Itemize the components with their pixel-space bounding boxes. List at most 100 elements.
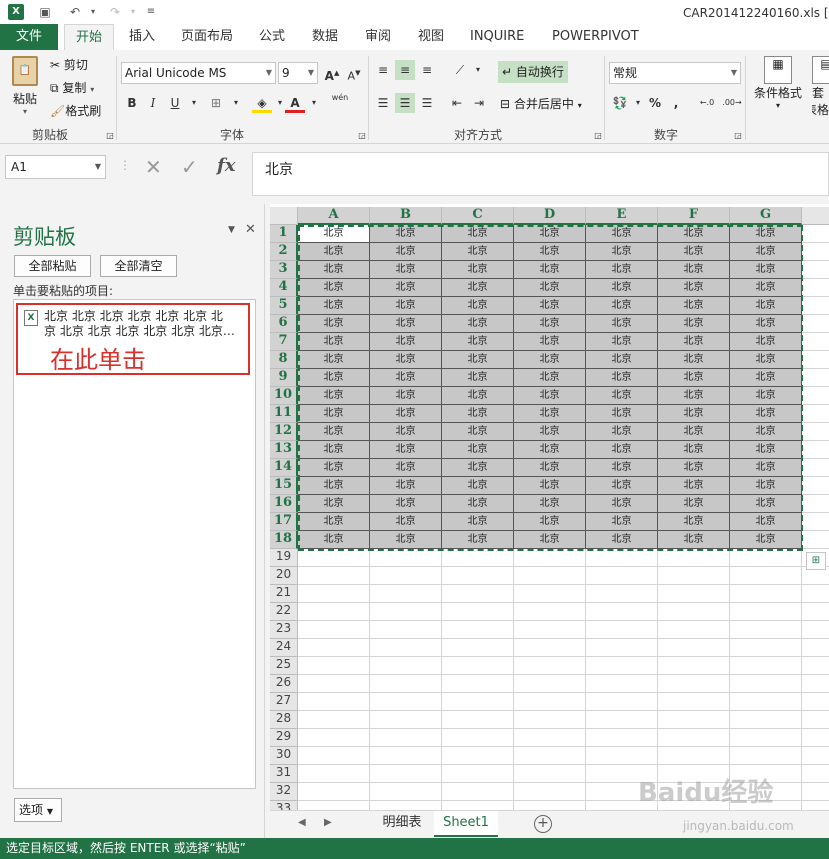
grid-cell[interactable] bbox=[802, 225, 829, 243]
font-color-icon[interactable]: A bbox=[285, 93, 305, 113]
prev-sheet-icon[interactable]: ◀ bbox=[298, 817, 306, 828]
select-all-corner[interactable] bbox=[270, 207, 298, 225]
grid-cell[interactable] bbox=[514, 585, 586, 603]
row-header[interactable]: 27 bbox=[270, 693, 298, 711]
grid-cell[interactable]: 北京 bbox=[370, 477, 442, 495]
grid-cell[interactable]: 北京 bbox=[730, 531, 802, 549]
grid-cell[interactable]: 北京 bbox=[370, 531, 442, 549]
grid-cell[interactable] bbox=[442, 765, 514, 783]
grid-cell[interactable] bbox=[298, 657, 370, 675]
grid-cell[interactable] bbox=[442, 729, 514, 747]
grid-cell[interactable] bbox=[802, 783, 829, 801]
grid-cell[interactable]: 北京 bbox=[658, 225, 730, 243]
grid-cell[interactable] bbox=[298, 621, 370, 639]
grid-cell[interactable] bbox=[730, 675, 802, 693]
grid-cell[interactable]: 北京 bbox=[298, 459, 370, 477]
clipboard-item[interactable]: X 北京 北京 北京 北京 北京 北京 北 京 北京 北京 北京 北京 北京 北… bbox=[16, 303, 250, 375]
increase-decimal-icon[interactable]: ←.0 bbox=[697, 93, 717, 113]
decrease-font-icon[interactable]: A▼ bbox=[344, 63, 364, 83]
row-header[interactable]: 12 bbox=[270, 423, 298, 441]
grid-cell[interactable] bbox=[514, 693, 586, 711]
tab-insert[interactable]: 插入 bbox=[129, 24, 155, 50]
grid-cell[interactable] bbox=[442, 657, 514, 675]
grid-cell[interactable]: 北京 bbox=[586, 513, 658, 531]
paste-all-button[interactable]: 全部粘贴 bbox=[14, 255, 91, 277]
grid-cell[interactable] bbox=[586, 621, 658, 639]
row-header[interactable]: 23 bbox=[270, 621, 298, 639]
grid-cell[interactable]: 北京 bbox=[658, 279, 730, 297]
grid-cell[interactable] bbox=[730, 657, 802, 675]
grid-cell[interactable]: 北京 bbox=[514, 459, 586, 477]
grid-cell[interactable]: 北京 bbox=[658, 513, 730, 531]
font-name-combo[interactable]: Arial Unicode MS ▼ bbox=[121, 62, 276, 84]
grid-cell[interactable]: 北京 bbox=[514, 225, 586, 243]
grid-cell[interactable]: 北京 bbox=[514, 513, 586, 531]
row-header[interactable]: 16 bbox=[270, 495, 298, 513]
grid-cell[interactable] bbox=[730, 747, 802, 765]
grid-cell[interactable] bbox=[298, 783, 370, 801]
column-header-c[interactable]: C bbox=[442, 207, 514, 225]
tab-data[interactable]: 数据 bbox=[312, 24, 338, 50]
grid-cell[interactable] bbox=[802, 261, 829, 279]
comma-button[interactable]: , bbox=[666, 93, 686, 113]
grid-cell[interactable] bbox=[730, 621, 802, 639]
grid-cell[interactable] bbox=[802, 729, 829, 747]
grid-cell[interactable]: 北京 bbox=[586, 225, 658, 243]
row-header[interactable]: 28 bbox=[270, 711, 298, 729]
copy-button[interactable]: ⧉ 复制 ▾ bbox=[50, 79, 94, 96]
grid-cell[interactable] bbox=[586, 549, 658, 567]
grid-cell[interactable] bbox=[730, 549, 802, 567]
grid-cell[interactable]: 北京 bbox=[730, 279, 802, 297]
grid-cell[interactable] bbox=[802, 765, 829, 783]
grid-cell[interactable]: 北京 bbox=[370, 243, 442, 261]
grid-cell[interactable]: 北京 bbox=[514, 243, 586, 261]
grid-cell[interactable]: 北京 bbox=[442, 279, 514, 297]
grid-cell[interactable] bbox=[658, 711, 730, 729]
row-header[interactable]: 31 bbox=[270, 765, 298, 783]
grid-cell[interactable] bbox=[802, 405, 829, 423]
grid-cell[interactable]: 北京 bbox=[442, 369, 514, 387]
grid-cell[interactable] bbox=[370, 747, 442, 765]
grid-cell[interactable]: 北京 bbox=[658, 297, 730, 315]
grid-cell[interactable] bbox=[802, 711, 829, 729]
grid-cell[interactable] bbox=[802, 747, 829, 765]
grid-cell[interactable]: 北京 bbox=[514, 369, 586, 387]
grid-cell[interactable]: 北京 bbox=[586, 297, 658, 315]
column-header-e[interactable]: E bbox=[586, 207, 658, 225]
grid-cell[interactable]: 北京 bbox=[514, 333, 586, 351]
grid-cell[interactable]: 北京 bbox=[730, 423, 802, 441]
grid-cell[interactable] bbox=[298, 567, 370, 585]
decrease-indent-icon[interactable]: ⇤ bbox=[447, 93, 467, 113]
orientation-icon[interactable]: ⟋ bbox=[450, 60, 470, 80]
grid-cell[interactable]: 北京 bbox=[730, 387, 802, 405]
row-header[interactable]: 21 bbox=[270, 585, 298, 603]
grid-cell[interactable] bbox=[586, 603, 658, 621]
merge-center-button[interactable]: ⊟ 合并后居中 ▾ bbox=[500, 95, 582, 112]
grid-cell[interactable] bbox=[802, 477, 829, 495]
tab-file[interactable]: 文件 bbox=[0, 24, 58, 50]
grid-cell[interactable] bbox=[370, 621, 442, 639]
grid-cell[interactable] bbox=[658, 675, 730, 693]
grid-cell[interactable] bbox=[514, 621, 586, 639]
grid-cell[interactable]: 北京 bbox=[298, 225, 370, 243]
grid-cell[interactable] bbox=[802, 441, 829, 459]
grid-cell[interactable]: 北京 bbox=[658, 351, 730, 369]
grid-cell[interactable]: 北京 bbox=[298, 297, 370, 315]
grid-cell[interactable] bbox=[658, 747, 730, 765]
grid-cell[interactable]: 北京 bbox=[586, 387, 658, 405]
grid-cell[interactable] bbox=[298, 765, 370, 783]
grid-cell[interactable]: 北京 bbox=[442, 459, 514, 477]
tab-review[interactable]: 审阅 bbox=[365, 24, 391, 50]
grid-cell[interactable] bbox=[802, 801, 829, 810]
row-header[interactable]: 9 bbox=[270, 369, 298, 387]
grid-cell[interactable] bbox=[370, 675, 442, 693]
grid-cell[interactable]: 北京 bbox=[442, 261, 514, 279]
grid-cell[interactable] bbox=[442, 783, 514, 801]
grid-cell[interactable]: 北京 bbox=[442, 387, 514, 405]
grid-cell[interactable] bbox=[586, 567, 658, 585]
grid-cell[interactable] bbox=[442, 675, 514, 693]
grid-cell[interactable] bbox=[442, 639, 514, 657]
grid-cell[interactable]: 北京 bbox=[370, 351, 442, 369]
increase-indent-icon[interactable]: ⇥ bbox=[469, 93, 489, 113]
grid-cell[interactable] bbox=[802, 315, 829, 333]
